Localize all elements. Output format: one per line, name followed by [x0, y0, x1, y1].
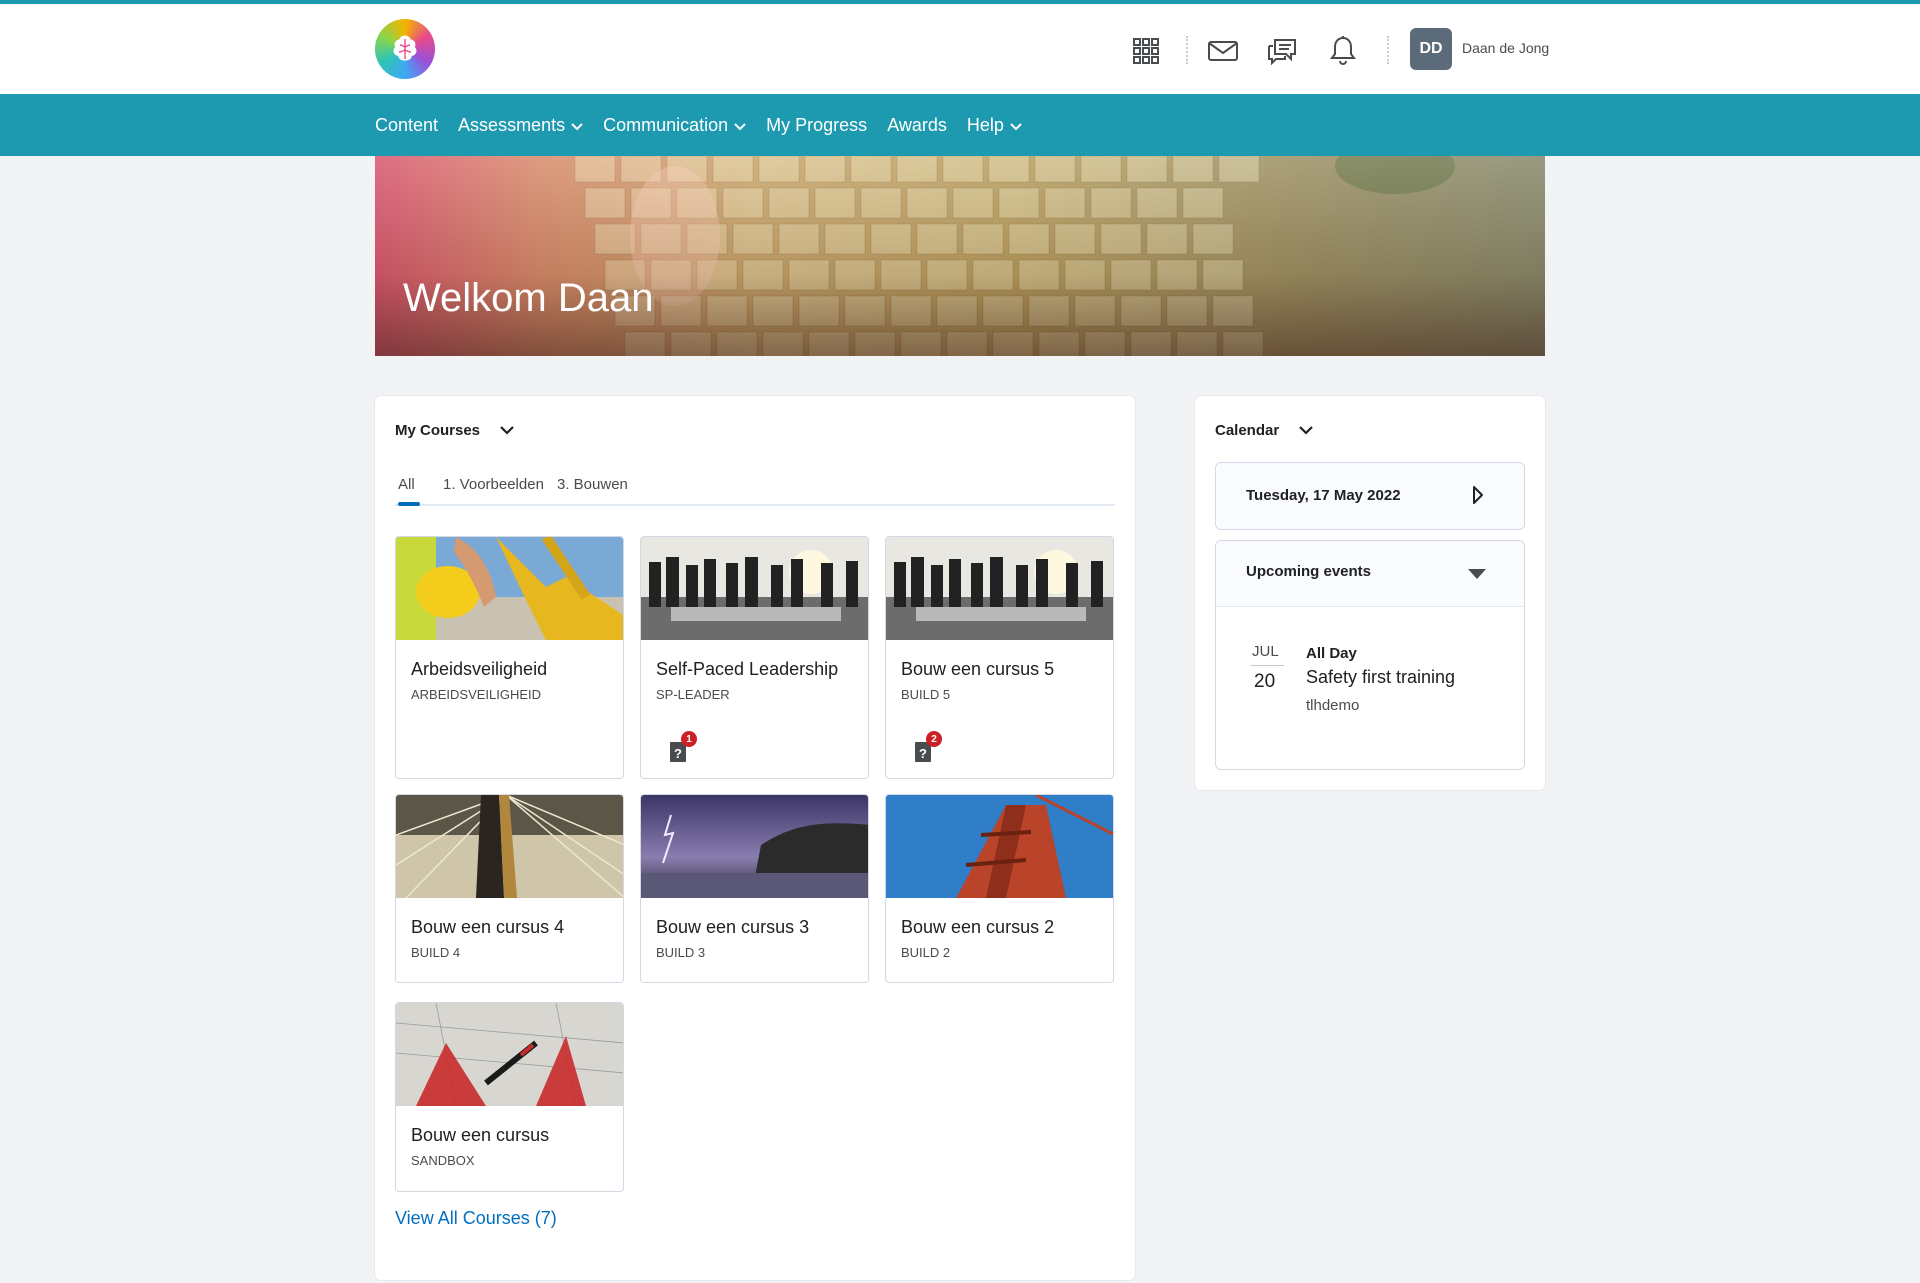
upcoming-events-title: Upcoming events: [1246, 563, 1372, 580]
course-code: BUILD 4: [411, 945, 461, 960]
widget-title-label: Calendar: [1215, 422, 1280, 439]
course-card[interactable]: Bouw een cursus 2 BUILD 2: [885, 794, 1114, 983]
course-image: [396, 537, 623, 640]
course-card[interactable]: Bouw een cursus 5 BUILD 5 ? 2: [885, 536, 1114, 779]
calendar-title[interactable]: Calendar: [1215, 422, 1313, 439]
chevron-down-icon[interactable]: [500, 422, 514, 439]
mail-icon[interactable]: [1206, 34, 1240, 68]
avatar[interactable]: DD: [1410, 28, 1452, 70]
nav-item-help[interactable]: Help: [967, 115, 1022, 136]
brain-logo-icon[interactable]: [375, 19, 435, 79]
course-title: Bouw een cursus 4: [411, 917, 565, 937]
nav-item-label: Assessments: [458, 114, 566, 135]
calendar-date-selector: Tuesday, 17 May 2022: [1215, 462, 1525, 530]
course-title: Self-Paced Leadership: [656, 659, 839, 679]
chevron-down-icon: [571, 115, 583, 136]
chat-icon[interactable]: [1265, 34, 1299, 68]
event-time: All Day: [1306, 645, 1357, 662]
user-name[interactable]: Daan de Jong: [1462, 40, 1549, 56]
course-code: BUILD 3: [656, 945, 706, 960]
svg-text:?: ?: [674, 746, 682, 761]
caret-down-icon[interactable]: [1468, 567, 1486, 585]
nav-item-awards[interactable]: Awards: [887, 115, 947, 136]
navbar: Content Assessments Communication My Pro…: [0, 94, 1920, 156]
calendar-widget: Calendar Tuesday, 17 May 2022 Upcoming e…: [1195, 396, 1545, 790]
header-divider: [1186, 36, 1188, 64]
course-title: Bouw een cursus: [411, 1125, 550, 1145]
nav-item-assessments[interactable]: Assessments: [458, 115, 583, 136]
course-image: [641, 537, 868, 640]
my-courses-title[interactable]: My Courses: [395, 422, 514, 439]
tab-all[interactable]: All: [398, 476, 420, 506]
upcoming-events-box: Upcoming events JUL 20 All Day Safety fi…: [1215, 540, 1525, 770]
event-org: tlhdemo: [1306, 697, 1360, 714]
hero-title: Welkom Daan: [403, 276, 654, 320]
course-image: [396, 1003, 623, 1106]
course-card[interactable]: Bouw een cursus 3 BUILD 3: [640, 794, 869, 983]
calendar-date[interactable]: Tuesday, 17 May 2022: [1246, 487, 1401, 504]
nav-item-label: Communication: [603, 114, 729, 135]
nav-item-label: Help: [966, 114, 1004, 135]
my-courses-widget: My Courses All 1. Voorbeelden 3. Bouwen …: [375, 396, 1135, 1280]
svg-text:?: ?: [919, 746, 927, 761]
event-title[interactable]: Safety first training: [1306, 667, 1455, 688]
hero-shade: [375, 156, 1545, 356]
view-all-courses-link[interactable]: View All Courses (7): [395, 1208, 557, 1229]
course-card[interactable]: Bouw een cursus SANDBOX: [395, 1002, 624, 1192]
bell-icon[interactable]: [1326, 34, 1360, 68]
apps-grid-icon[interactable]: [1129, 34, 1163, 68]
chevron-down-icon[interactable]: [1299, 422, 1313, 439]
header-divider: [1387, 36, 1389, 64]
course-code: BUILD 2: [901, 945, 951, 960]
course-title: Bouw een cursus 3: [656, 917, 810, 937]
course-card[interactable]: Bouw een cursus 4 BUILD 4: [395, 794, 624, 983]
nav-item-label: Awards: [887, 114, 947, 135]
course-title: Bouw een cursus 5: [901, 659, 1055, 679]
widget-title-label: My Courses: [395, 422, 481, 439]
nav-item-label: Content: [375, 114, 439, 135]
event-month: JUL: [1252, 643, 1279, 660]
course-title: Arbeidsveiligheid: [411, 659, 548, 679]
header: DD Daan de Jong: [0, 4, 1920, 94]
chevron-down-icon: [734, 115, 746, 136]
chevron-down-icon: [1010, 115, 1022, 136]
nav-item-my-progress[interactable]: My Progress: [766, 115, 867, 136]
course-image: [886, 795, 1113, 898]
tab-bouwen[interactable]: 3. Bouwen: [557, 476, 628, 493]
course-image: [396, 795, 623, 898]
notification-badge: 2: [926, 731, 942, 747]
course-title: Bouw een cursus 2: [901, 917, 1055, 937]
course-code: ARBEIDSVEILIGHEID: [411, 687, 542, 702]
notification-badge: 1: [681, 731, 697, 747]
event-date-divider: [1250, 665, 1284, 666]
course-image: [886, 537, 1113, 640]
course-code: BUILD 5: [901, 687, 951, 702]
nav-item-communication[interactable]: Communication: [603, 115, 746, 136]
upcoming-events-header[interactable]: Upcoming events: [1216, 541, 1524, 607]
hero-banner: Welkom Daan: [375, 156, 1545, 356]
course-code: SANDBOX: [411, 1153, 475, 1168]
course-tabs: All 1. Voorbeelden 3. Bouwen: [395, 476, 1115, 506]
course-card[interactable]: Self-Paced Leadership SP-LEADER ? 1: [640, 536, 869, 779]
nav-item-label: My Progress: [766, 114, 868, 135]
next-arrow-icon[interactable]: [1472, 485, 1484, 510]
event-day: 20: [1254, 671, 1276, 692]
tab-voorbeelden[interactable]: 1. Voorbeelden: [443, 476, 544, 493]
course-image: [641, 795, 868, 898]
course-card[interactable]: Arbeidsveiligheid ARBEIDSVEILIGHEID: [395, 536, 624, 779]
course-code: SP-LEADER: [656, 687, 730, 702]
nav-item-content[interactable]: Content: [375, 115, 438, 136]
